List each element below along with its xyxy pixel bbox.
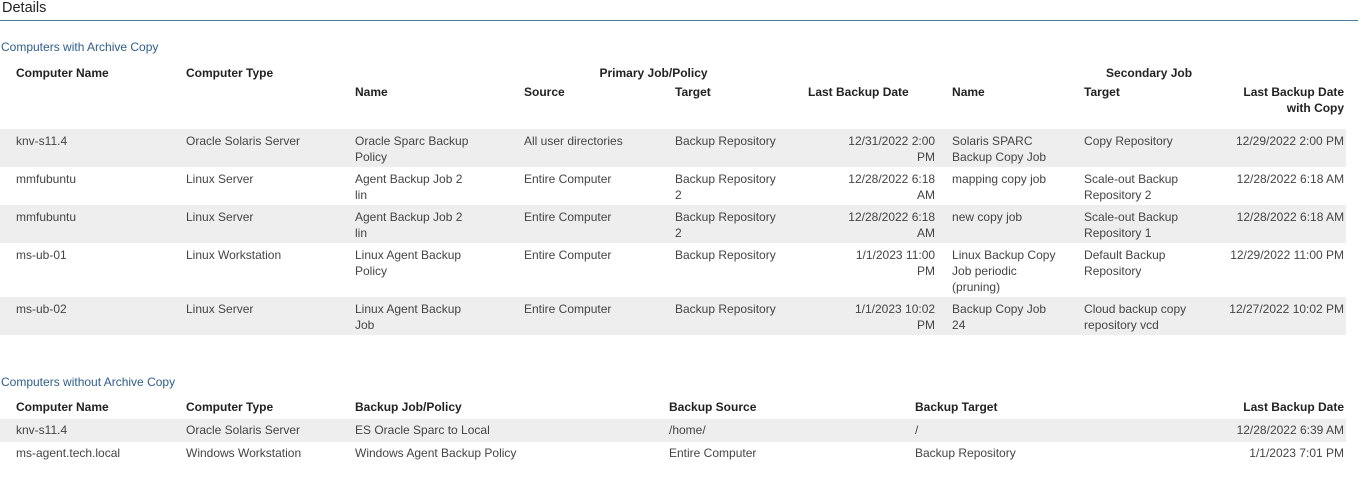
cell-computer-name: ms-agent.tech.local: [16, 446, 121, 460]
cell-primary-name: Oracle Sparc Backup Policy: [355, 129, 524, 167]
cell-primary-last-backup: 1/1/2023 11:00 PM: [855, 248, 936, 278]
col-header-primary-name: Name: [355, 85, 388, 99]
cell-primary-name: Linux Agent Backup Job: [355, 297, 524, 335]
cell-primary-source: Entire Computer: [524, 205, 675, 243]
cell-primary-target: Backup Repository 2: [675, 172, 776, 202]
archive-copy-table: Computer Name Computer Type Primary Job/…: [0, 61, 1347, 335]
cell-primary-last-backup: 12/31/2022 2:00 PM: [805, 129, 953, 167]
group-header-secondary-job: Secondary Job: [1106, 66, 1193, 80]
cell-backup-source: Entire Computer: [669, 446, 757, 460]
cell-primary-last-backup: 12/28/2022 6:18 AM: [805, 205, 953, 243]
cell-computer-name: ms-ub-01: [16, 248, 67, 262]
cell-last-backup: 1/1/2023 7:01 PM: [1249, 446, 1344, 460]
cell-secondary-target: Copy Repository: [1084, 129, 1218, 167]
cell-primary-name: Agent Backup Job 2 lin: [355, 172, 463, 202]
cell-primary-target: Backup Repository: [675, 248, 776, 262]
cell-secondary-target: Scale-out Backup Repository 2: [1084, 172, 1179, 202]
col-header-secondary-name: Name: [952, 85, 985, 99]
no-archive-copy-table: Computer Name Computer Type Backup Job/P…: [0, 393, 1346, 465]
col-header-computer-type: Computer Type: [186, 400, 274, 414]
cell-primary-source: Entire Computer: [524, 172, 612, 186]
cell-primary-name: Agent Backup Job 2 lin: [355, 205, 524, 243]
col-header-backup-target: Backup Target: [915, 400, 998, 414]
cell-secondary-name: Backup Copy Job 24: [952, 297, 1085, 335]
col-header-primary-target: Target: [675, 85, 711, 99]
col-header-backup-job: Backup Job/Policy: [355, 400, 462, 414]
table-row: ms-ub-01 Linux Workstation Linux Agent B…: [0, 243, 1346, 297]
cell-secondary-name: new copy job: [952, 205, 1085, 243]
cell-backup-job: Windows Agent Backup Policy: [355, 446, 517, 460]
cell-computer-type: Oracle Solaris Server: [186, 419, 355, 442]
cell-secondary-name: Solaris SPARC Backup Copy Job: [952, 129, 1085, 167]
cell-backup-target: Backup Repository: [915, 446, 1016, 460]
cell-computer-type: Windows Workstation: [186, 446, 302, 460]
cell-computer-name: mmfubuntu: [0, 205, 186, 243]
cell-primary-target: Backup Repository: [675, 129, 805, 167]
col-header-computer-name: Computer Name: [16, 66, 109, 80]
col-header-last-backup: Last Backup Date: [1243, 400, 1344, 414]
cell-computer-name: knv-s11.4: [0, 419, 186, 442]
cell-primary-last-backup: 1/1/2023 10:02 PM: [805, 297, 953, 335]
col-header-secondary-target: Target: [1084, 85, 1120, 99]
cell-primary-target: Backup Repository 2: [675, 205, 805, 243]
group-header-primary-job: Primary Job/Policy: [599, 66, 708, 80]
cell-backup-source: /home/: [669, 419, 915, 442]
cell-backup-job: ES Oracle Sparc to Local: [355, 419, 669, 442]
section-title-without-archive: Computers without Archive Copy: [1, 375, 176, 389]
cell-computer-name: knv-s11.4: [0, 129, 186, 167]
cell-secondary-name: mapping copy job: [952, 172, 1047, 186]
cell-computer-name: ms-ub-02: [0, 297, 186, 335]
page-title: Details: [2, 0, 47, 16]
cell-secondary-target: Scale-out Backup Repository 1: [1084, 205, 1218, 243]
table-row: ms-ub-02 Linux Server Linux Agent Backup…: [0, 297, 1347, 335]
cell-secondary-last-backup: 12/29/2022 2:00 PM: [1217, 129, 1347, 167]
col-header-secondary-last-backup: Last Backup Date with Copy: [1243, 85, 1345, 115]
cell-secondary-last-backup: 12/28/2022 6:18 AM: [1236, 172, 1345, 186]
cell-secondary-last-backup: 12/27/2022 10:02 PM: [1217, 297, 1347, 335]
cell-secondary-last-backup: 12/29/2022 11:00 PM: [1230, 248, 1345, 262]
cell-computer-type: Linux Workstation: [186, 248, 282, 262]
table-row: mmfubuntu Linux Server Agent Backup Job …: [0, 205, 1347, 243]
col-header-backup-source: Backup Source: [669, 400, 757, 414]
table-row: mmfubuntu Linux Server Agent Backup Job …: [0, 167, 1346, 205]
col-header-primary-source: Source: [524, 85, 565, 99]
cell-primary-source: Entire Computer: [524, 248, 612, 262]
cell-computer-type: Linux Server: [186, 172, 254, 186]
table-row: ms-agent.tech.local Windows Workstation …: [0, 442, 1346, 465]
details-header: Details: [0, 0, 1358, 21]
cell-secondary-target: Cloud backup copy repository vcd: [1084, 297, 1218, 335]
cell-secondary-name: Linux Backup Copy Job periodic (pruning): [952, 248, 1056, 294]
cell-secondary-target: Default Backup Repository: [1084, 248, 1166, 278]
cell-computer-type: Linux Server: [186, 205, 355, 243]
col-header-computer-type: Computer Type: [186, 66, 274, 80]
cell-primary-name: Linux Agent Backup Policy: [355, 248, 462, 278]
table-row: knv-s11.4 Oracle Solaris Server ES Oracl…: [0, 419, 1346, 442]
table-row: knv-s11.4 Oracle Solaris Server Oracle S…: [0, 129, 1347, 167]
col-header-computer-name: Computer Name: [16, 400, 109, 414]
cell-secondary-last-backup: 12/28/2022 6:18 AM: [1217, 205, 1347, 243]
cell-computer-type: Oracle Solaris Server: [186, 129, 355, 167]
cell-primary-last-backup: 12/28/2022 6:18 AM: [848, 172, 936, 202]
cell-primary-source: Entire Computer: [524, 297, 675, 335]
cell-primary-source: All user directories: [524, 129, 675, 167]
col-header-primary-last-backup: Last Backup Date: [808, 85, 909, 99]
cell-backup-target: /: [915, 419, 1165, 442]
cell-computer-name: mmfubuntu: [16, 172, 77, 186]
cell-computer-type: Linux Server: [186, 297, 355, 335]
section-title-with-archive: Computers with Archive Copy: [1, 40, 159, 54]
cell-primary-target: Backup Repository: [675, 297, 805, 335]
cell-last-backup: 12/28/2022 6:39 AM: [1165, 419, 1346, 442]
